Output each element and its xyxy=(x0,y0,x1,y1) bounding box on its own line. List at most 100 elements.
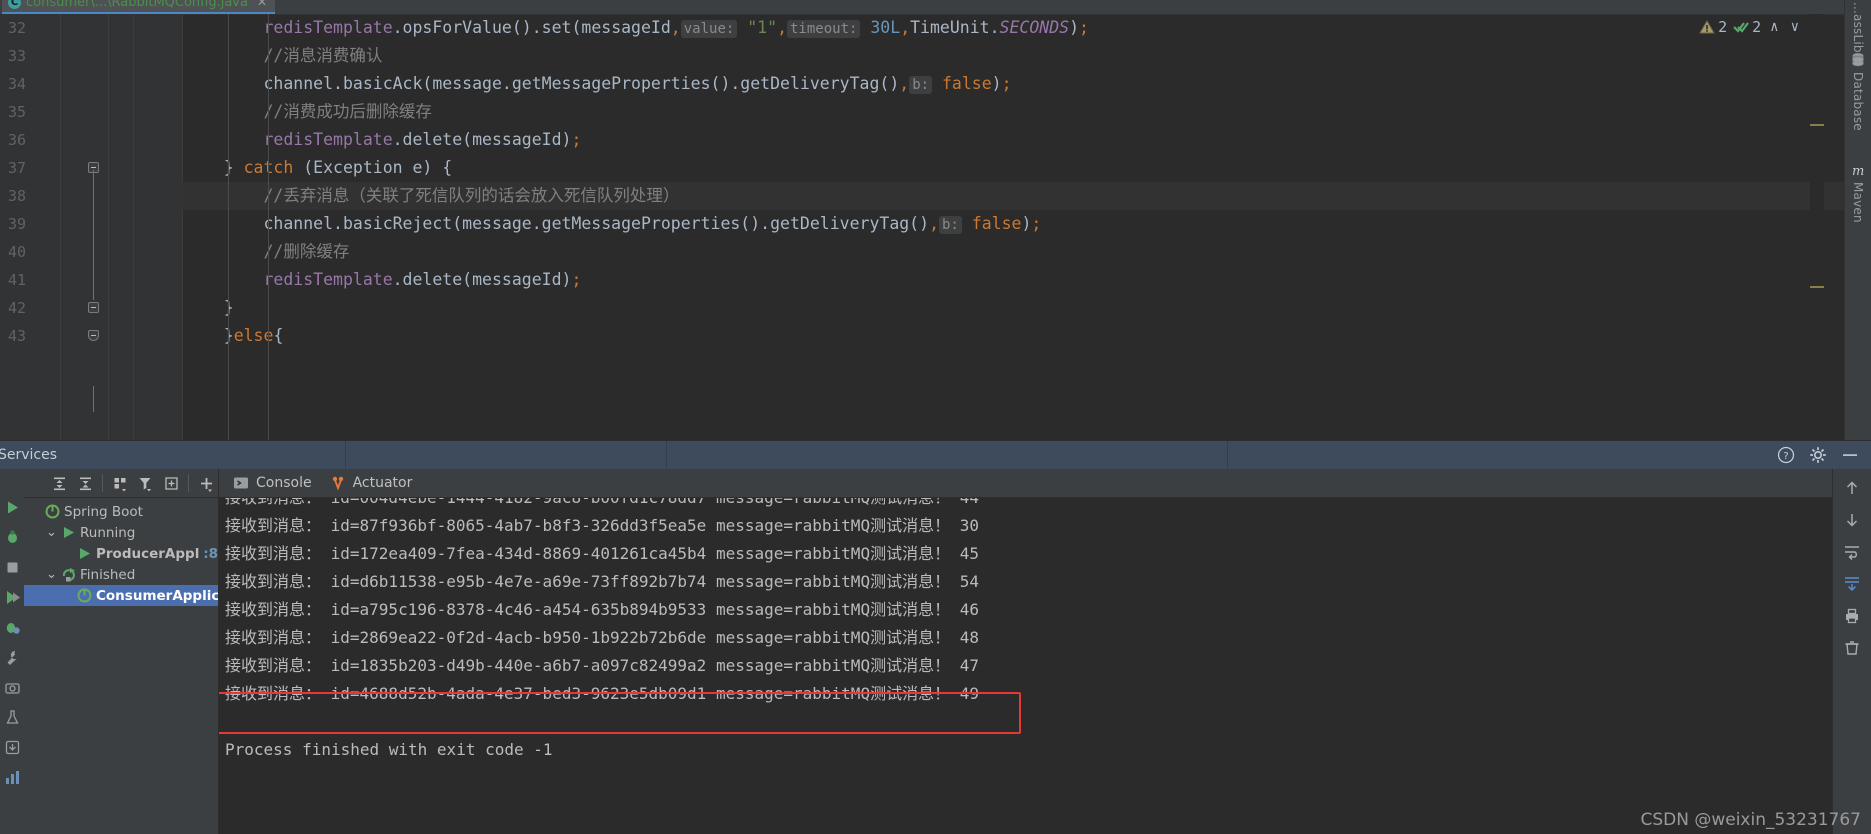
next-problem-icon[interactable]: ∨ xyxy=(1788,19,1802,35)
expand-all-button[interactable] xyxy=(48,471,72,495)
editor-tab-label: consumer\...\RabbitMQConfig.java xyxy=(26,0,248,10)
console-line: 接收到消息： id=a795c196-8378-4c46-a454-635b89… xyxy=(225,600,979,619)
code-line[interactable]: channel.basicAck(message.getMessagePrope… xyxy=(182,70,1844,98)
filter-button[interactable] xyxy=(134,471,158,495)
tab-console[interactable]: Console xyxy=(233,475,312,491)
services-tree-column: Spring Boot ⌄ Running ProducerApplication :… xyxy=(24,469,219,834)
soft-wrap-icon[interactable] xyxy=(1843,543,1861,561)
run-green-icon[interactable] xyxy=(4,499,21,516)
services-panel-title[interactable]: Services xyxy=(0,441,346,469)
editor-vertical-scrollbar[interactable] xyxy=(1830,14,1842,440)
chevron-down-icon[interactable]: ⌄ xyxy=(46,568,57,581)
previous-problem-icon[interactable]: ∧ xyxy=(1767,19,1781,35)
editor-gutter[interactable]: 32 33 34 35 36 37 38 39 40 41 42 43 xyxy=(0,14,183,440)
console-line: 接收到消息： id=d6b11538-e95b-4e7e-a69e-73ff89… xyxy=(225,572,979,591)
code-token: ) xyxy=(1069,18,1080,37)
fold-region-catch[interactable] xyxy=(84,154,108,182)
code-line[interactable]: //丢弃消息（关联了死信队列的话会放入死信队列处理） xyxy=(182,182,1844,210)
code-token: //删除缓存 xyxy=(263,242,350,261)
line-number: 42 xyxy=(7,299,26,317)
clear-all-icon[interactable] xyxy=(1843,639,1861,657)
tree-node-label: Finished xyxy=(80,566,136,583)
ok-count[interactable]: 2 xyxy=(1733,18,1761,36)
debug-bug-icon[interactable] xyxy=(4,619,21,636)
console-line: 接收到消息： id=87f936bf-8065-4ab7-b8f3-326dd3… xyxy=(225,516,979,535)
print-icon[interactable] xyxy=(1843,607,1861,625)
close-icon[interactable]: ✕ xyxy=(257,0,267,9)
scroll-up-icon[interactable] xyxy=(1843,479,1861,497)
warning-count[interactable]: 2 xyxy=(1699,18,1727,36)
code-line[interactable]: redisTemplate.opsForValue().set(messageI… xyxy=(182,14,1844,42)
stop-icon[interactable] xyxy=(4,559,21,576)
code-line[interactable]: } catch (Exception e) { xyxy=(182,154,1844,182)
code-line[interactable]: } xyxy=(182,294,1844,322)
code-token: ; xyxy=(1001,74,1012,93)
sidebar-item-classlib-label: ...assLib xyxy=(1851,2,1865,53)
code-line[interactable]: redisTemplate.delete(messageId); xyxy=(182,266,1844,294)
chevron-down-icon[interactable]: ⌄ xyxy=(46,526,57,539)
editor-marker-column[interactable] xyxy=(1810,14,1824,440)
tab-actuator[interactable]: Actuator xyxy=(330,475,412,491)
services-toolbar xyxy=(24,469,218,498)
settings-wrench-icon[interactable] xyxy=(4,649,21,666)
sidebar-item-maven[interactable]: m Maven xyxy=(1845,162,1871,223)
debug-icon[interactable] xyxy=(4,529,21,546)
console-line: 接收到消息： id=004d4ebe-1444-4182-9ac8-b00fd1… xyxy=(225,498,1832,512)
line-number: 40 xyxy=(7,243,26,261)
code-token: .delete(messageId) xyxy=(392,270,572,289)
add-tab-icon xyxy=(165,476,178,490)
tree-node[interactable]: ConsumerApplication xyxy=(24,585,218,606)
services-tree[interactable]: Spring Boot ⌄ Running ProducerApplication :… xyxy=(24,498,218,834)
fold-collapse-icon-2[interactable] xyxy=(88,302,99,313)
java-class-icon xyxy=(8,0,21,9)
rerun-failed-icon[interactable] xyxy=(4,589,21,606)
sidebar-item-database[interactable]: Database xyxy=(1845,52,1871,131)
code-area[interactable]: redisTemplate.opsForValue().set(messageI… xyxy=(182,14,1844,440)
flask-icon[interactable] xyxy=(4,709,21,726)
add-tab-button[interactable] xyxy=(160,471,184,495)
chart-icon[interactable] xyxy=(4,769,21,786)
settings-gear-icon[interactable] xyxy=(1809,446,1827,464)
code-line[interactable]: //消息消费确认 xyxy=(182,42,1844,70)
editor-tab-rabbitmqconfig[interactable]: consumer\...\RabbitMQConfig.java ✕ xyxy=(2,0,276,14)
services-tool-window: Services ? Spring Boot ⌄ Running Produce… xyxy=(0,440,1871,834)
group-button[interactable] xyxy=(108,471,132,495)
scroll-to-end-icon[interactable] xyxy=(1843,575,1861,593)
code-token: SECONDS xyxy=(999,18,1070,37)
fold-collapse-icon-3[interactable] xyxy=(88,330,99,341)
code-line[interactable]: redisTemplate.delete(messageId); xyxy=(182,126,1844,154)
code-token: //消费成功后删除缓存 xyxy=(263,102,432,121)
line-number: 33 xyxy=(7,47,26,65)
tree-node[interactable]: ⌄ Running xyxy=(24,522,218,543)
hide-panel-icon[interactable] xyxy=(1841,446,1859,464)
console-column: Console Actuator 接收到消息： id=004d4ebe-1444… xyxy=(219,469,1832,834)
fold-region-else-end[interactable] xyxy=(84,294,108,322)
fold-region-else[interactable] xyxy=(84,322,108,350)
spring-boot-icon xyxy=(77,588,92,603)
code-token: .delete(messageId) xyxy=(392,130,572,149)
console-output[interactable]: 接收到消息： id=004d4ebe-1444-4182-9ac8-b00fd1… xyxy=(219,498,1832,834)
console-line: 接收到消息： id=1835b203-d49b-440e-a6b7-a097c8… xyxy=(225,656,979,675)
line-number: 38 xyxy=(7,187,26,205)
code-line[interactable]: //删除缓存 xyxy=(182,238,1844,266)
scroll-down-icon[interactable] xyxy=(1843,511,1861,529)
code-line[interactable]: }else{ xyxy=(182,322,1844,350)
help-icon[interactable]: ? xyxy=(1777,446,1795,464)
code-line[interactable]: channel.basicReject(message.getMessagePr… xyxy=(182,210,1844,238)
run-green-icon xyxy=(64,527,74,538)
sidebar-item-classlib[interactable]: ...assLib xyxy=(1845,2,1871,53)
add-service-button[interactable] xyxy=(194,471,218,495)
camera-icon[interactable] xyxy=(4,679,21,696)
fold-column[interactable] xyxy=(84,14,108,412)
run-green-icon xyxy=(80,548,90,559)
tree-node[interactable]: ⌄ Finished xyxy=(24,564,218,585)
collapse-all-button[interactable] xyxy=(74,471,98,495)
code-token: timeout: xyxy=(787,20,861,38)
export-icon[interactable] xyxy=(4,739,21,756)
tree-node[interactable]: ProducerApplication :8 xyxy=(24,543,218,564)
inspections-widget[interactable]: 2 2 ∧ ∨ xyxy=(1699,18,1802,36)
tree-node[interactable]: Spring Boot xyxy=(24,501,218,522)
code-line[interactable]: //消费成功后删除缓存 xyxy=(182,98,1844,126)
database-icon xyxy=(1852,53,1864,67)
marker-stripe xyxy=(1810,124,1824,126)
